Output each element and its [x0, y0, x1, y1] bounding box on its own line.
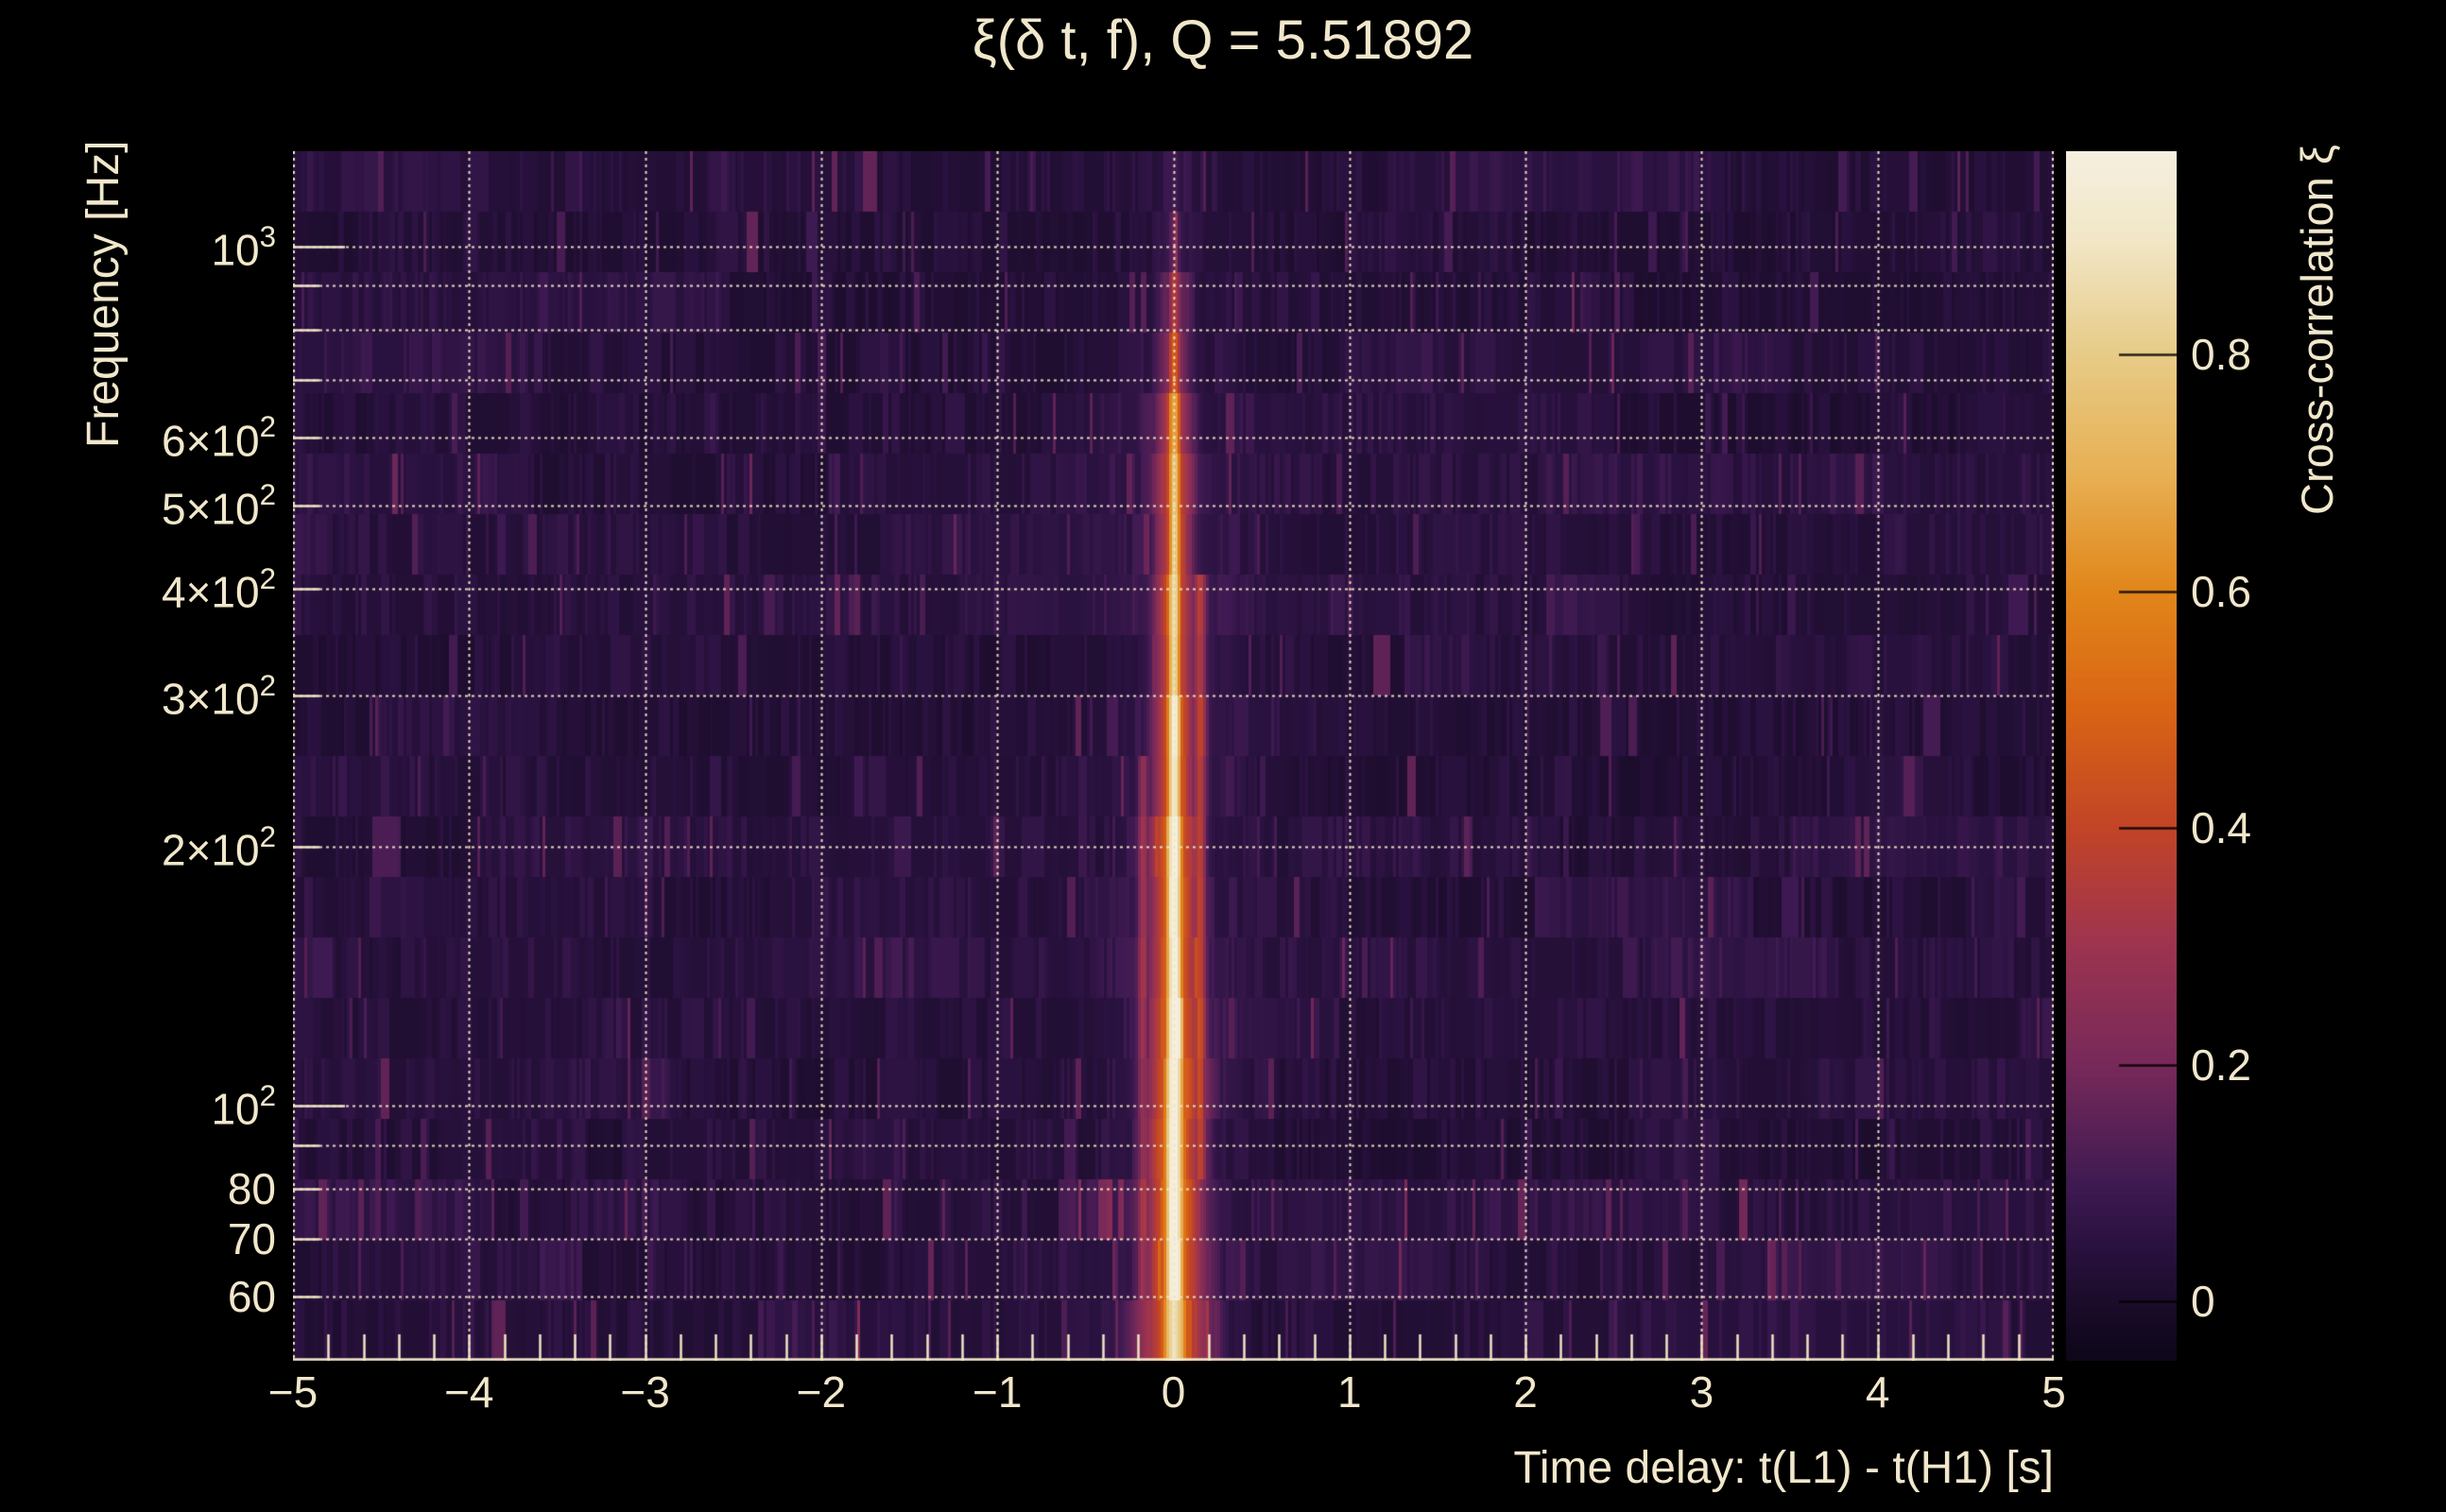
y-tick-label: 60	[227, 1271, 276, 1321]
colorbar-title: Cross-correlation ξ	[2292, 145, 2342, 515]
x-tick-label: 2	[1513, 1367, 1538, 1417]
x-axis-title: Time delay: t(L1) - t(H1) [s]	[1513, 1443, 2054, 1493]
chart-title: ξ(δ t, f), Q = 5.51892	[972, 9, 1474, 71]
colorbar-tick-label: 0	[2191, 1277, 2215, 1327]
heatmap-plot	[293, 151, 2054, 1361]
colorbar-tick-label: 0.2	[2191, 1040, 2251, 1090]
x-tick-label: −4	[444, 1367, 494, 1417]
x-tick-label: −2	[796, 1367, 847, 1417]
y-tick-label: 5×102	[161, 478, 276, 533]
x-tick-label: −1	[972, 1367, 1023, 1417]
y-tick-label: 6×102	[161, 410, 276, 465]
x-tick-label: −3	[620, 1367, 670, 1417]
colorbar-tick-label: 0.4	[2191, 803, 2251, 853]
x-tick-label: 5	[2041, 1367, 2066, 1417]
y-tick-label: 103	[211, 219, 276, 275]
y-tick-label: 2×102	[161, 820, 276, 875]
y-tick-label: 3×102	[161, 669, 276, 724]
x-tick-label: 4	[1865, 1367, 1890, 1417]
y-tick-label: 4×102	[161, 561, 276, 617]
x-tick-label: −5	[267, 1367, 319, 1417]
y-axis-title: Frequency [Hz]	[78, 140, 129, 448]
x-tick-label: 3	[1689, 1367, 1714, 1417]
y-tick-label: 102	[211, 1079, 276, 1134]
y-tick-label: 80	[227, 1164, 276, 1214]
figure: ξ(δ t, f), Q = 5.51892 Frequency [Hz] 10…	[0, 0, 2446, 1512]
colorbar-tick-label: 0.6	[2191, 566, 2251, 616]
colorbar-tick-label: 0.8	[2191, 330, 2251, 380]
y-tick-label: 70	[227, 1214, 276, 1264]
x-tick-label: 1	[1337, 1367, 1362, 1417]
x-tick-label: 0	[1161, 1367, 1186, 1417]
colorbar	[2066, 151, 2177, 1361]
